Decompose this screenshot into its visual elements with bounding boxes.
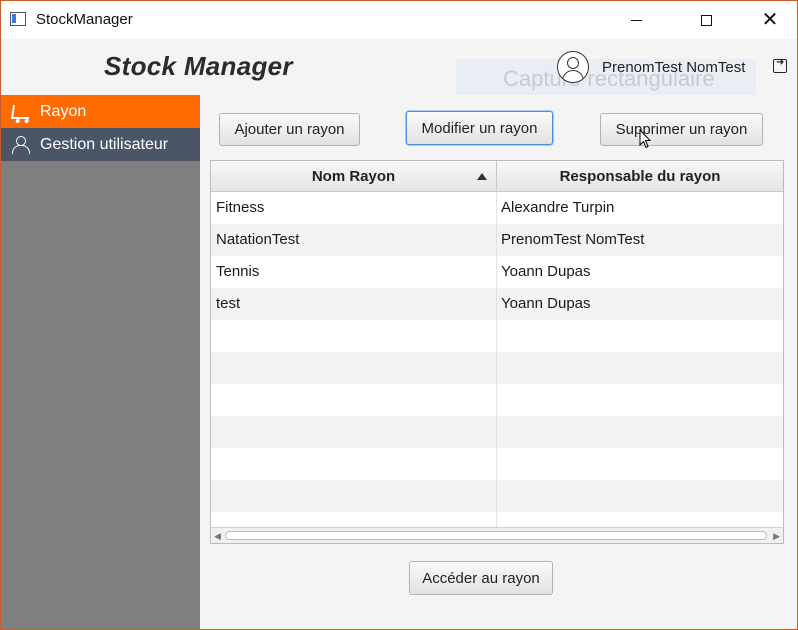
- table-row[interactable]: test Yoann Dupas: [211, 288, 783, 320]
- modify-rayon-button[interactable]: Modifier un rayon: [406, 111, 553, 145]
- sidebar-item-label: Gestion utilisateur: [40, 135, 169, 153]
- table-row[interactable]: NatationTest PrenomTest NomTest: [211, 224, 783, 256]
- cell-responsable: Yoann Dupas: [501, 263, 591, 280]
- scroll-right-icon[interactable]: ▶: [773, 531, 780, 542]
- sidebar-item-label: Rayon: [40, 102, 87, 120]
- title-bar: StockManager ✕: [1, 1, 797, 39]
- table-row[interactable]: Fitness Alexandre Turpin: [211, 192, 783, 224]
- add-rayon-button[interactable]: Ajouter un rayon: [219, 113, 360, 146]
- maximize-button[interactable]: [683, 1, 729, 39]
- cell-responsable: Yoann Dupas: [501, 295, 591, 312]
- delete-rayon-button[interactable]: Supprimer un rayon: [600, 113, 763, 146]
- logout-icon[interactable]: [773, 57, 787, 73]
- empty-row: [211, 384, 783, 416]
- sidebar: Rayon Gestion utilisateur: [1, 95, 200, 629]
- close-button[interactable]: ✕: [747, 1, 793, 39]
- cell-nom-rayon: Tennis: [216, 263, 260, 280]
- empty-row: [211, 480, 783, 512]
- maximize-icon: [700, 14, 712, 26]
- table-body: Fitness Alexandre Turpin NatationTest Pr…: [211, 192, 783, 543]
- cell-nom-rayon: NatationTest: [216, 231, 300, 248]
- table-header: Nom Rayon Responsable du rayon: [211, 161, 783, 192]
- horizontal-scrollbar[interactable]: ◀ ▶: [211, 527, 783, 543]
- brand-title: Stock Manager: [104, 51, 293, 81]
- window-title: StockManager: [36, 11, 133, 28]
- column-header-responsable[interactable]: Responsable du rayon: [497, 161, 783, 192]
- app-window: StockManager ✕ Stock Manager Capture rec…: [0, 0, 798, 630]
- column-header-nom-rayon[interactable]: Nom Rayon: [211, 161, 497, 192]
- rayon-table: Nom Rayon Responsable du rayon Fitness A…: [210, 160, 784, 544]
- minimize-button[interactable]: [613, 1, 659, 39]
- column-divider: [496, 192, 497, 528]
- current-user-name: PrenomTest NomTest: [602, 59, 746, 76]
- empty-row: [211, 320, 783, 352]
- sidebar-item-rayon[interactable]: Rayon: [1, 95, 200, 128]
- empty-row: [211, 352, 783, 384]
- empty-row: [211, 416, 783, 448]
- app-icon: [10, 12, 26, 26]
- mouse-cursor-icon: [639, 129, 651, 149]
- empty-row: [211, 448, 783, 480]
- cart-icon: [11, 103, 34, 121]
- scroll-left-icon[interactable]: ◀: [214, 531, 221, 542]
- main-content: Ajouter un rayon Modifier un rayon Suppr…: [200, 95, 797, 629]
- app-header: Stock Manager Capture rectangulaire Pren…: [1, 39, 797, 95]
- access-rayon-button[interactable]: Accéder au rayon: [409, 561, 553, 595]
- sidebar-item-gestion-utilisateur[interactable]: Gestion utilisateur: [1, 128, 200, 161]
- sort-ascending-icon: [477, 173, 487, 180]
- table-row[interactable]: Tennis Yoann Dupas: [211, 256, 783, 288]
- minimize-icon: [630, 19, 642, 21]
- cell-nom-rayon: Fitness: [216, 199, 265, 216]
- user-avatar-icon[interactable]: [557, 51, 589, 83]
- scrollbar-thumb[interactable]: [225, 531, 767, 540]
- cell-nom-rayon: test: [216, 295, 241, 312]
- cell-responsable: Alexandre Turpin: [501, 199, 615, 216]
- user-icon: [12, 135, 34, 154]
- close-icon: ✕: [761, 9, 779, 31]
- cell-responsable: PrenomTest NomTest: [501, 231, 645, 248]
